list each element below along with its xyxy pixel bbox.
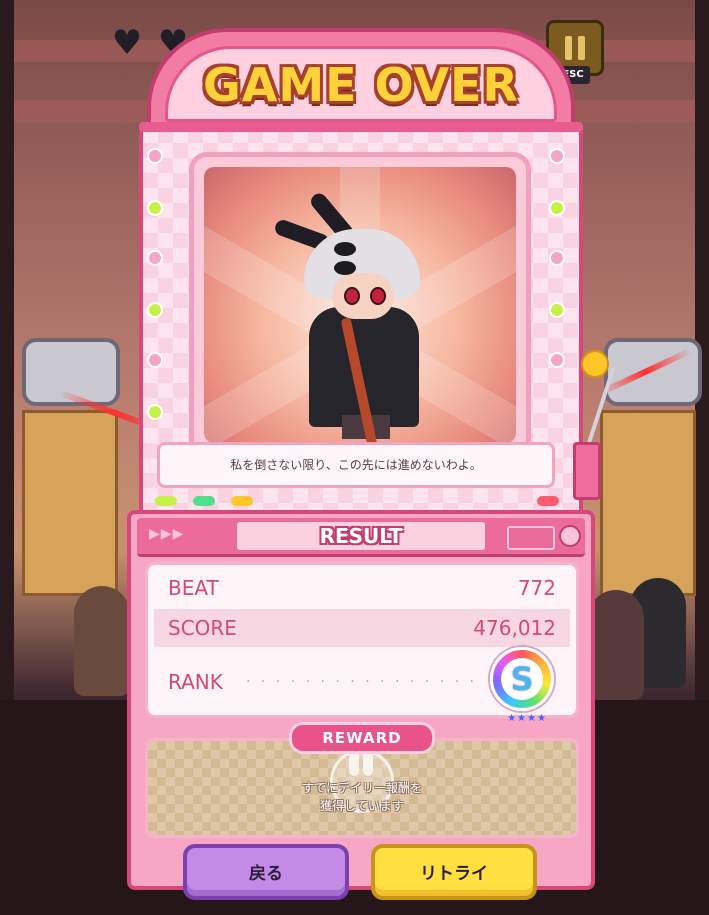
back-button[interactable]: 戻る <box>183 844 349 900</box>
beat-label: BEAT <box>168 576 219 600</box>
result-panel: ▶▶▶ RESULT BEAT 772 SCORE 476,012 RANK ·… <box>127 510 595 900</box>
light-bulb <box>549 250 565 266</box>
reward-message: すでにデイリー報酬を 獲得しています <box>148 779 576 815</box>
coin-slot <box>507 526 555 550</box>
light-bulb <box>549 352 565 368</box>
marquee: GAME OVER <box>147 28 575 136</box>
indicator-light <box>155 496 177 506</box>
score-label: SCORE <box>168 616 237 640</box>
game-over-machine: GAME OVER 私を倒さない限り、この先には進めないわよ。 ▶▶▶ RESU… <box>127 28 616 900</box>
rank-label: RANK <box>168 670 223 694</box>
light-bulb <box>147 352 163 368</box>
beat-value: 772 <box>517 576 556 600</box>
background-character <box>588 590 644 700</box>
rank-row: RANK · · · · · · · · · · · · · · · · · ·… <box>154 647 570 724</box>
light-bulb <box>549 148 565 164</box>
light-bulb <box>147 302 163 318</box>
character-screen-frame <box>189 152 531 458</box>
character-eye <box>370 287 386 305</box>
background-shelf <box>600 410 696 596</box>
lever-base <box>573 442 601 500</box>
indicator-light <box>193 496 215 506</box>
reward-message-line1: すでにデイリー報酬を <box>301 781 423 795</box>
lever-knob <box>581 350 609 378</box>
result-header: ▶▶▶ RESULT <box>137 518 585 557</box>
reward-label: REWARD <box>289 722 435 754</box>
rank-badge: S ★★★★ <box>490 647 554 724</box>
arrows-icon: ▶▶▶ <box>149 526 185 542</box>
character-portrait <box>204 167 516 443</box>
beat-row: BEAT 772 <box>154 569 570 607</box>
retry-button[interactable]: リトライ <box>371 844 537 900</box>
game-over-title: GAME OVER <box>203 58 519 112</box>
reward-message-line2: 獲得しています <box>320 799 404 813</box>
light-bulb <box>147 250 163 266</box>
star-icons: ★★★★ <box>507 713 547 724</box>
light-bulb <box>549 302 565 318</box>
background-shelf <box>22 410 118 596</box>
indicator-light <box>537 496 559 506</box>
score-value: 476,012 <box>473 616 556 640</box>
indicator-light <box>231 496 253 506</box>
stats-box: BEAT 772 SCORE 476,012 RANK · · · · · · … <box>145 562 579 724</box>
result-title: RESULT <box>237 522 485 550</box>
character-dialogue: 私を倒さない限り、この先には進めないわよ。 <box>157 442 555 488</box>
rank-dotted-leader: · · · · · · · · · · · · · · · · · · · · <box>246 674 476 690</box>
light-bulb <box>147 148 163 164</box>
character-eye <box>344 287 360 305</box>
cabinet-rail <box>139 122 583 132</box>
score-row: SCORE 476,012 <box>154 609 570 647</box>
background-character <box>74 586 130 696</box>
sunglasses <box>334 241 390 275</box>
rank-letter: S <box>501 658 543 700</box>
light-bulb <box>147 200 163 216</box>
light-bulb <box>147 404 163 420</box>
light-bulb <box>549 200 565 216</box>
dial-knob <box>559 525 581 547</box>
